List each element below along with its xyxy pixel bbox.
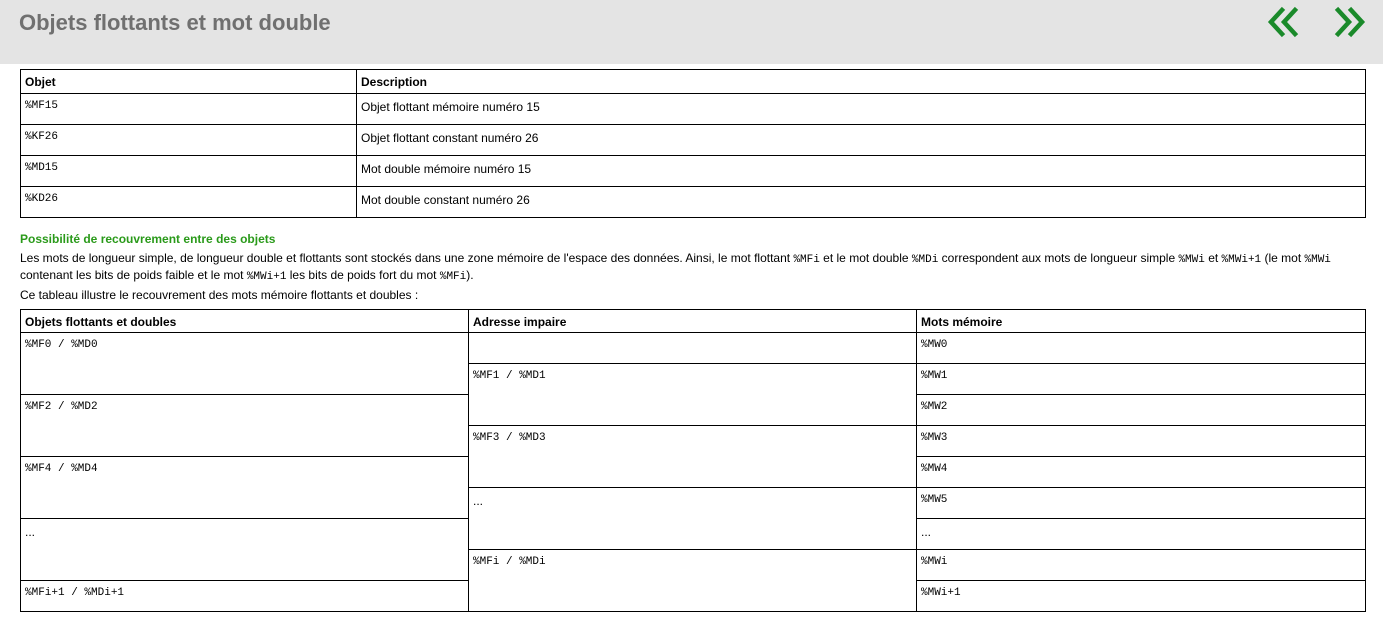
table-header-row: Objet Description bbox=[20, 69, 1366, 94]
table-header-row: Objets flottants et doubles Adresse impa… bbox=[20, 309, 1366, 333]
table-row: %KF26 Objet flottant constant numéro 26 bbox=[20, 124, 1366, 156]
object-cell: %KD26 bbox=[20, 186, 357, 218]
column-header-floating-objects: Objets flottants et doubles bbox=[20, 309, 469, 333]
memory-word-cell: %MW0 bbox=[916, 332, 1366, 364]
paragraph-text: contenant les bits de poids faible et le… bbox=[20, 268, 247, 282]
float-object-cell: %MFi+1 / %MDi+1 bbox=[20, 580, 469, 612]
double-chevron-right-icon bbox=[1334, 6, 1366, 38]
main-content: Objet Description %MF15 Objet flottant m… bbox=[20, 69, 1366, 612]
page-title: Objets flottants et mot double bbox=[19, 10, 331, 35]
table-row: %MF15 Objet flottant mémoire numéro 15 bbox=[20, 93, 1366, 125]
code-token: %MFi bbox=[793, 254, 820, 266]
memory-word-cell: %MWi+1 bbox=[916, 580, 1366, 612]
overlap-paragraph: Les mots de longueur simple, de longueur… bbox=[20, 251, 1365, 285]
memory-word-cell: %MW4 bbox=[916, 456, 1366, 488]
code-token: %MWi bbox=[1178, 254, 1205, 266]
overlap-table: Objets flottants et doubles Adresse impa… bbox=[20, 309, 1366, 612]
odd-address-cell: %MFi / %MDi bbox=[468, 549, 917, 612]
double-chevron-left-icon bbox=[1267, 6, 1299, 38]
paragraph-text: ). bbox=[466, 268, 474, 282]
memory-word-cell: %MW3 bbox=[916, 425, 1366, 457]
code-token: %MFi bbox=[439, 271, 467, 283]
table-intro-text: Ce tableau illustre le recouvrement des … bbox=[20, 288, 419, 302]
next-page-button[interactable] bbox=[1333, 6, 1367, 40]
memory-word-cell: ... bbox=[916, 518, 1366, 550]
page-header: Objets flottants et mot double bbox=[0, 0, 1383, 64]
paragraph-text: et bbox=[1204, 251, 1222, 265]
table-row: %MD15 Mot double mémoire numéro 15 bbox=[20, 155, 1366, 187]
code-token: %MWi bbox=[1304, 254, 1331, 266]
code-token: %MDi bbox=[911, 254, 939, 266]
odd-address-cell: ... bbox=[468, 487, 917, 550]
paragraph-text: les bits de poids fort du mot bbox=[286, 268, 440, 282]
float-object-cell: %MF2 / %MD2 bbox=[20, 394, 469, 457]
paragraph-text: (le mot bbox=[1261, 251, 1305, 265]
memory-word-cell: %MW2 bbox=[916, 394, 1366, 426]
column-header-description: Description bbox=[356, 69, 1366, 94]
object-cell: %KF26 bbox=[20, 124, 357, 156]
column-header-memory-words: Mots mémoire bbox=[916, 309, 1366, 333]
code-token: %MWi+1 bbox=[246, 271, 287, 283]
odd-address-cell: %MF1 / %MD1 bbox=[468, 363, 917, 426]
description-cell: Mot double mémoire numéro 15 bbox=[356, 155, 1366, 187]
table-row: %MF0 / %MD0 %MW0 bbox=[20, 332, 1366, 395]
previous-page-button[interactable] bbox=[1266, 6, 1300, 40]
odd-address-cell-empty bbox=[468, 332, 917, 364]
paragraph-text: Les mots de longueur simple, de longueur… bbox=[20, 251, 794, 265]
float-object-cell: %MF0 / %MD0 bbox=[20, 332, 469, 395]
description-cell: Objet flottant mémoire numéro 15 bbox=[356, 93, 1366, 125]
object-cell: %MF15 bbox=[20, 93, 357, 125]
table-row: %KD26 Mot double constant numéro 26 bbox=[20, 186, 1366, 218]
odd-address-cell: %MF3 / %MD3 bbox=[468, 425, 917, 488]
description-cell: Objet flottant constant numéro 26 bbox=[356, 124, 1366, 156]
code-token: %MWi+1 bbox=[1221, 254, 1262, 266]
float-object-cell: ... bbox=[20, 518, 469, 581]
section-title: Possibilité de recouvrement entre des ob… bbox=[20, 232, 276, 246]
memory-word-cell: %MW1 bbox=[916, 363, 1366, 395]
memory-word-cell: %MW5 bbox=[916, 487, 1366, 519]
column-header-odd-address: Adresse impaire bbox=[468, 309, 917, 333]
column-header-object: Objet bbox=[20, 69, 357, 94]
paragraph-text: correspondent aux mots de longueur simpl… bbox=[938, 251, 1179, 265]
memory-word-cell: %MWi bbox=[916, 549, 1366, 581]
objects-table: Objet Description %MF15 Objet flottant m… bbox=[20, 69, 1366, 218]
object-cell: %MD15 bbox=[20, 155, 357, 187]
paragraph-text: et le mot double bbox=[819, 251, 912, 265]
float-object-cell: %MF4 / %MD4 bbox=[20, 456, 469, 519]
description-cell: Mot double constant numéro 26 bbox=[356, 186, 1366, 218]
